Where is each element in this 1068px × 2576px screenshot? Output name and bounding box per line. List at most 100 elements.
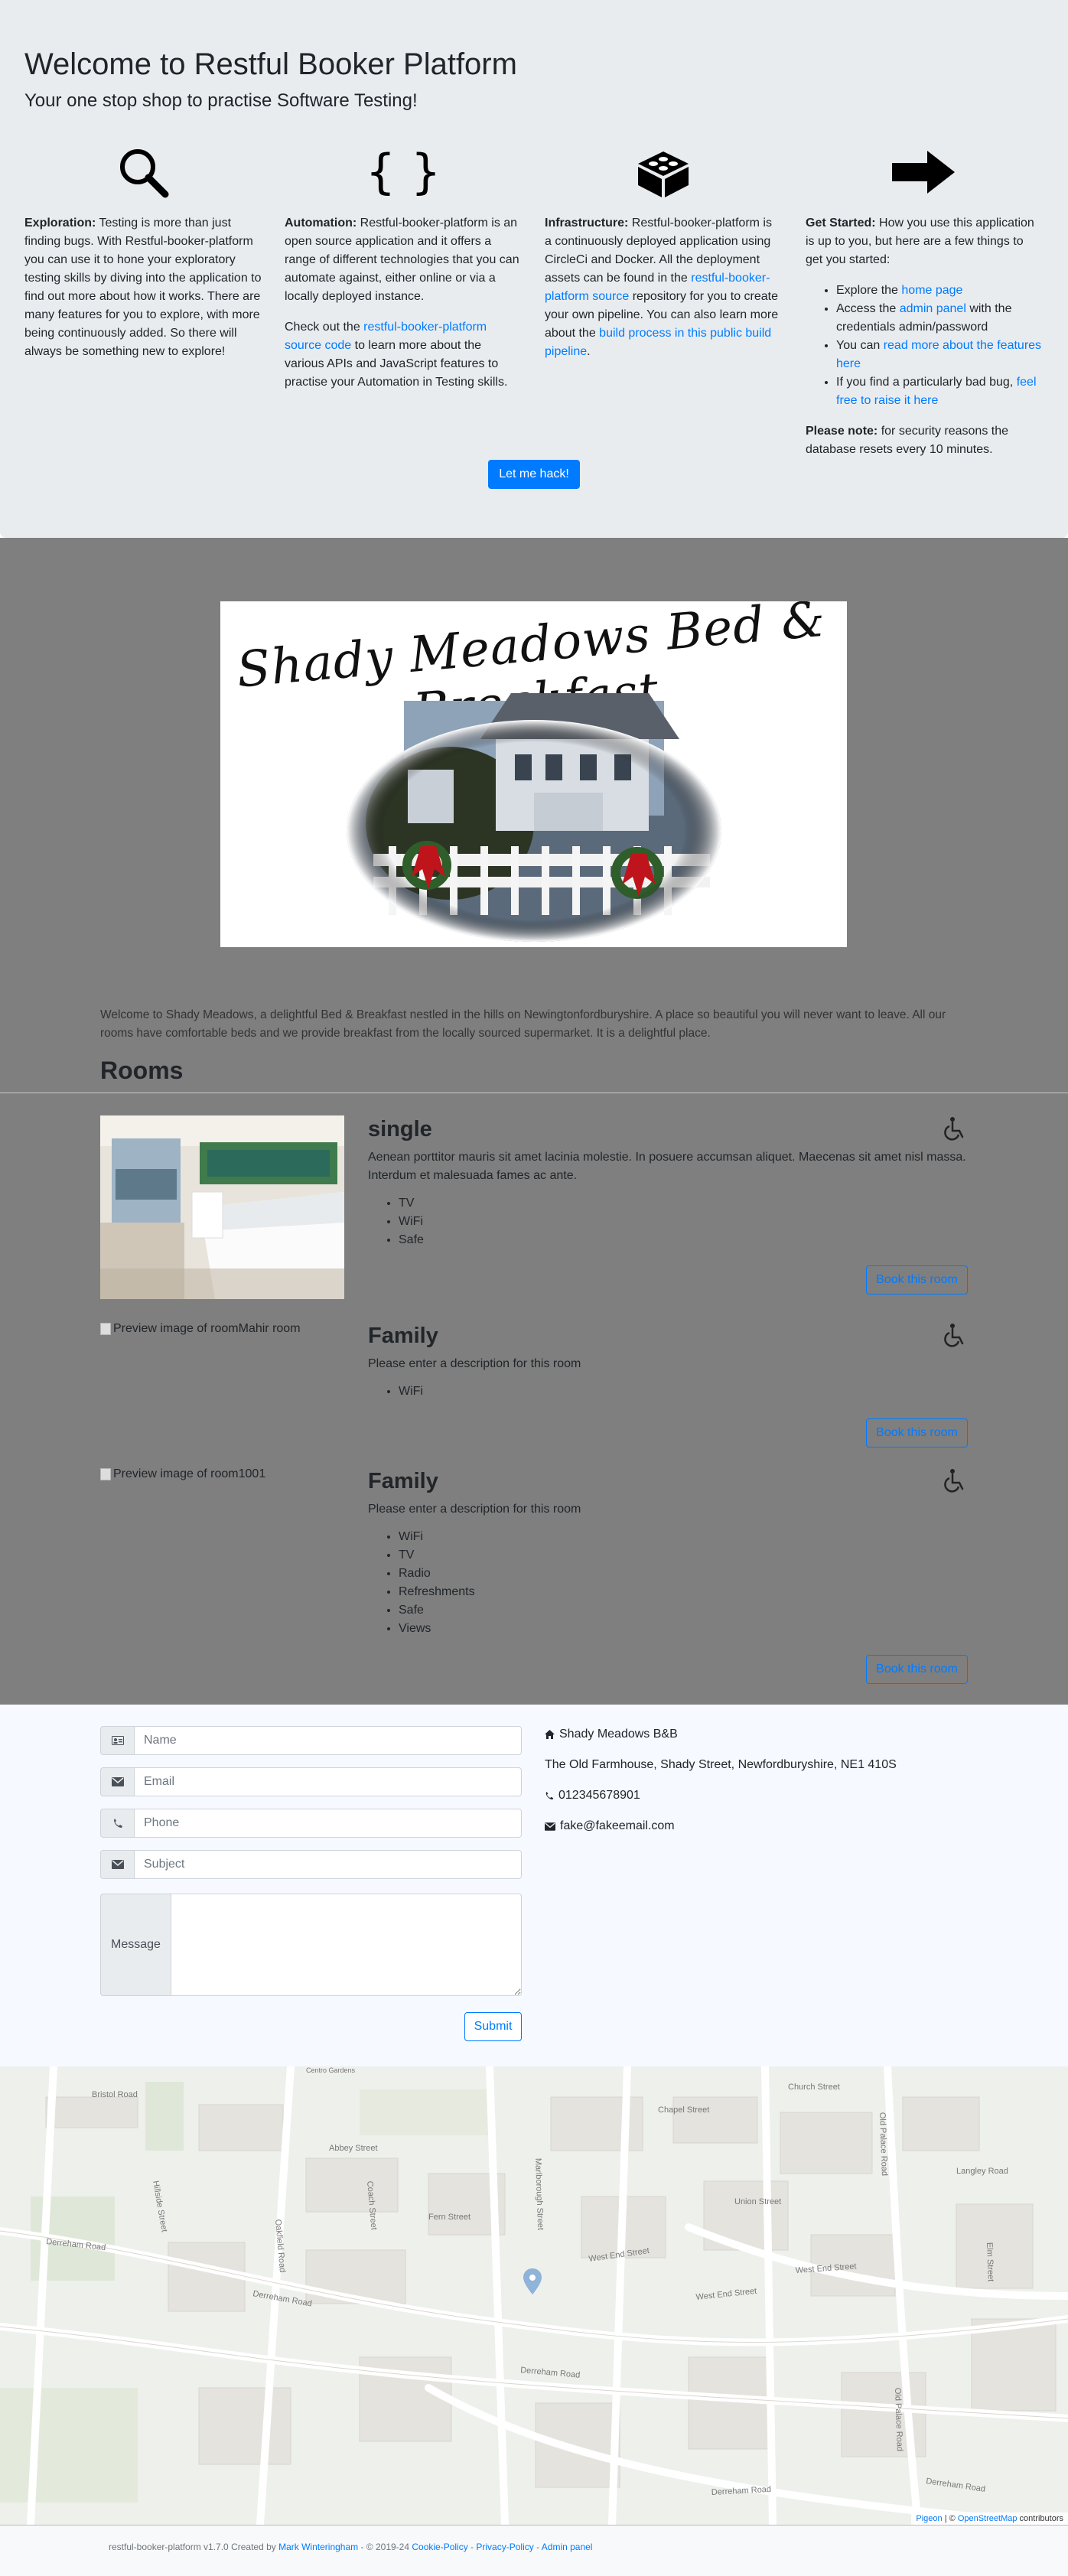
rooms-heading: Rooms: [100, 1057, 184, 1084]
room-details: Family Please enter a description for th…: [368, 1322, 968, 1401]
get-started-column: Get Started: How you use this applicatio…: [806, 130, 1043, 471]
wheelchair-icon: [944, 1469, 964, 1493]
contact-email: fake@fakeemail.com: [545, 1819, 675, 1833]
street-label: Elm Street: [985, 2242, 995, 2282]
list-item: If you find a particularly bad bug, feel…: [836, 373, 1043, 410]
subject-input[interactable]: [134, 1850, 522, 1879]
list-item: TV: [399, 1546, 968, 1565]
room-features: WiFi TV Radio Refreshments Safe Views: [399, 1528, 968, 1638]
map-attribution: Pigeon | © OpenStreetMap contributors: [911, 2512, 1068, 2525]
hero-jumbotron: Welcome to Restful Booker Platform Your …: [0, 0, 1068, 538]
street-label: Fern Street: [428, 2213, 471, 2222]
osm-link[interactable]: OpenStreetMap: [958, 2514, 1018, 2523]
room-card: Preview image of roomMahir room Family P…: [100, 1322, 968, 1448]
street-label: Chapel Street: [658, 2105, 709, 2115]
exploration-column: Exploration: Testing is more than just f…: [24, 130, 262, 373]
message-textarea[interactable]: [171, 1894, 522, 1996]
id-card-icon: [100, 1726, 134, 1755]
contact-name: Shady Meadows B&B: [545, 1728, 678, 1741]
street-label: Centro Gardens: [306, 2066, 356, 2074]
envelope-icon: [100, 1850, 134, 1879]
pigeon-link[interactable]: Pigeon: [916, 2514, 942, 2523]
wheelchair-icon: [944, 1117, 964, 1141]
contact-address: The Old Farmhouse, Shady Street, Newford…: [545, 1758, 897, 1771]
room-image: [100, 1115, 344, 1299]
map-tiles: Derreham Road Derreham Road Derreham Roa…: [0, 2066, 1068, 2525]
submit-button[interactable]: Submit: [464, 2012, 522, 2041]
book-room-button[interactable]: Book this room: [866, 1265, 968, 1295]
room-description: Please enter a description for this room: [368, 1503, 581, 1516]
automation-column: { } Automation: Restful-booker-platform …: [285, 130, 522, 404]
list-item: Views: [399, 1620, 968, 1638]
search-icon: [24, 130, 262, 214]
room-image: Preview image of roomMahir room: [100, 1322, 301, 1336]
envelope-icon: [100, 1767, 134, 1796]
admin-panel-link[interactable]: admin panel: [900, 302, 966, 315]
room-card: Preview image of room1001 Family Please …: [100, 1467, 968, 1685]
location-map[interactable]: Derreham Road Derreham Road Derreham Roa…: [0, 2066, 1068, 2525]
room-name: Family: [368, 1469, 438, 1493]
hotel-logo-banner: Shady Meadows Bed & Breakfast: [220, 601, 847, 947]
room-name: single: [368, 1117, 432, 1141]
list-item: Safe: [399, 1231, 968, 1249]
list-item: WiFi: [399, 1528, 968, 1546]
exploration-text: Exploration: Testing is more than just f…: [24, 217, 262, 358]
list-item: Radio: [399, 1565, 968, 1583]
privacy-policy-link[interactable]: Privacy-Policy: [476, 2542, 533, 2552]
page-subtitle: Your one stop shop to practise Software …: [24, 90, 418, 111]
email-input[interactable]: [134, 1767, 522, 1796]
get-started-text: Get Started: How you use this applicatio…: [806, 217, 1034, 266]
author-link[interactable]: Mark Winteringham: [278, 2542, 358, 2552]
infrastructure-column: Infrastructure: Restful-booker-platform …: [545, 130, 782, 373]
arrow-right-icon: [806, 130, 1043, 214]
get-started-list: Explore the home page Access the admin p…: [836, 282, 1043, 410]
broken-image-icon: [100, 1468, 111, 1480]
home-icon: [545, 1730, 555, 1739]
automation-source-text: Check out the restful-booker-platform so…: [285, 321, 508, 389]
page-title: Welcome to Restful Booker Platform: [24, 47, 517, 81]
footer-text: restful-booker-platform v1.7.0 Created b…: [109, 2542, 593, 2552]
list-item: Access the admin panel with the credenti…: [836, 300, 1043, 337]
security-note: Please note: for security reasons the da…: [806, 425, 1009, 456]
home-page-link[interactable]: home page: [901, 284, 962, 297]
message-label: Message: [100, 1894, 171, 1996]
room-features: WiFi: [399, 1382, 968, 1401]
book-room-button[interactable]: Book this room: [866, 1418, 968, 1448]
automation-text: Automation: Restful-booker-platform is a…: [285, 217, 519, 303]
list-item: WiFi: [399, 1382, 968, 1401]
footer-divider: [0, 2525, 1068, 2526]
infrastructure-text: Infrastructure: Restful-booker-platform …: [545, 217, 779, 358]
room-card: single Aenean porttitor mauris sit amet …: [100, 1115, 968, 1299]
list-item: Explore the home page: [836, 282, 1043, 300]
cube-icon: [545, 130, 782, 214]
subject-field-group: [100, 1850, 522, 1879]
room-description: Please enter a description for this room: [368, 1357, 581, 1370]
phone-input[interactable]: [134, 1809, 522, 1838]
room-features: TV WiFi Safe: [399, 1194, 968, 1249]
intro-text: Welcome to Shady Meadows, a delightful B…: [100, 1008, 946, 1040]
room-details: Family Please enter a description for th…: [368, 1467, 968, 1638]
envelope-icon: [545, 1822, 555, 1831]
book-room-button[interactable]: Book this room: [866, 1655, 968, 1684]
admin-panel-footer-link[interactable]: Admin panel: [542, 2542, 593, 2552]
wheelchair-icon: [944, 1324, 964, 1347]
room-details: single Aenean porttitor mauris sit amet …: [368, 1115, 968, 1249]
page-footer: restful-booker-platform v1.7.0 Created b…: [0, 2525, 1068, 2576]
street-label: Langley Road: [956, 2167, 1008, 2176]
room-description: Aenean porttitor mauris sit amet lacinia…: [368, 1151, 966, 1182]
room-image: Preview image of room1001: [100, 1467, 265, 1481]
farmhouse-illustration: [347, 693, 721, 942]
rooms-section: Shady Meadows Bed & Breakfast: [0, 538, 1068, 1705]
list-item: Refreshments: [399, 1583, 968, 1601]
broken-image-icon: [100, 1323, 111, 1335]
street-label: Church Street: [788, 2083, 840, 2092]
let-me-hack-button[interactable]: Let me hack!: [488, 460, 580, 489]
curly-braces-icon: { }: [285, 130, 522, 214]
svg-text:{ }: { }: [366, 145, 440, 199]
name-field-group: [100, 1726, 522, 1755]
phone-field-group: [100, 1809, 522, 1838]
phone-icon: [100, 1809, 134, 1838]
name-input[interactable]: [134, 1726, 522, 1755]
cookie-policy-link[interactable]: Cookie-Policy: [412, 2542, 467, 2552]
message-field-group: Message: [100, 1894, 522, 1996]
